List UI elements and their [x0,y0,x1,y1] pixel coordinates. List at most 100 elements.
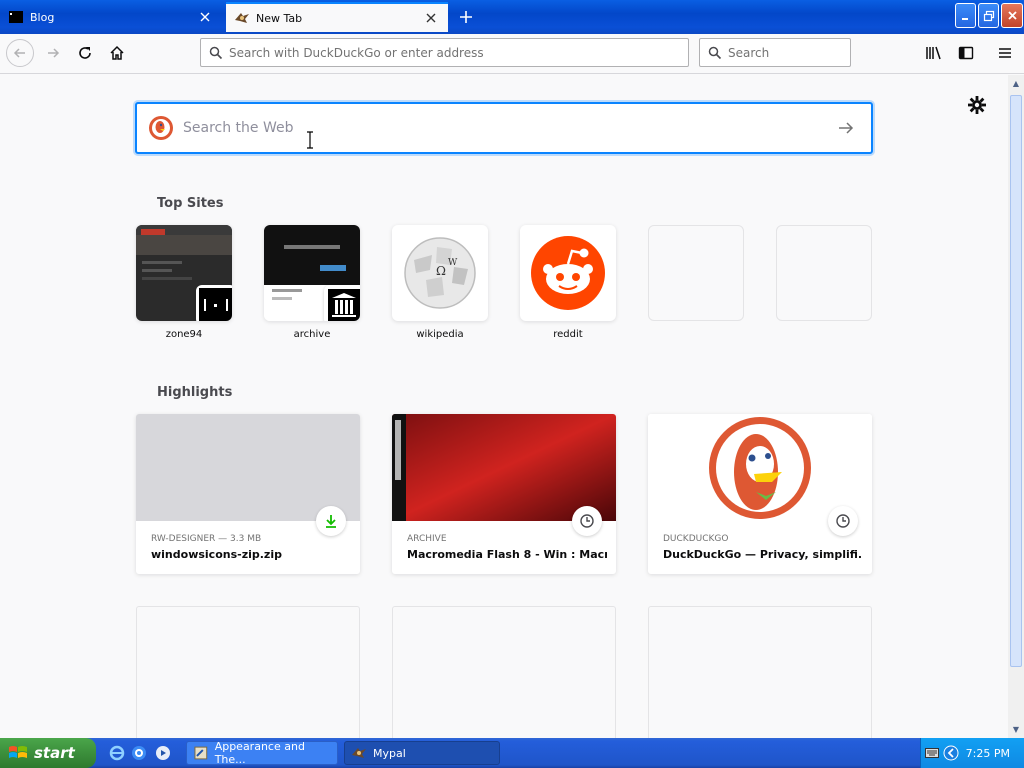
reddit-logo-icon [531,236,605,310]
web-search-placeholder: Search the Web [183,120,294,136]
taskbar-item-appearance[interactable]: Appearance and The... [186,740,338,766]
top-site-empty-slot [776,225,872,321]
top-site-tile[interactable]: reddit [520,225,616,340]
top-site-label: wikipedia [416,329,464,340]
scroll-down-arrow-icon[interactable]: ▼ [1010,723,1022,735]
archive-building-icon [328,289,360,321]
clock[interactable]: 7:25 PM [966,747,1010,760]
control-panel-icon [194,746,208,760]
site-icon-badge [324,285,360,321]
menu-button[interactable] [991,39,1019,67]
empty-highlight-slot [136,606,360,738]
svg-text:Ω: Ω [436,264,446,278]
history-badge [828,506,858,536]
card-preview [648,414,872,521]
keyboard-icon[interactable] [925,747,939,759]
terminal-icon [9,11,23,23]
home-icon [110,45,124,60]
hamburger-menu-icon [999,48,1011,58]
top-site-tile[interactable]: Ω W wikipedia [392,225,488,340]
system-tray: 7:25 PM [920,738,1024,768]
windows-logo-icon [9,746,27,758]
plus-icon [460,11,472,23]
flash-box-art-image [392,414,616,521]
nav-toolbar: Search with DuckDuckGo or enter address … [0,34,1024,74]
address-bar[interactable]: Search with DuckDuckGo or enter address [200,38,689,67]
highlight-card[interactable]: ARCHIVE Macromedia Flash 8 - Win : Macr.… [392,414,616,574]
media-player-icon[interactable] [155,745,171,761]
search-icon [209,46,223,59]
library-icon [926,46,941,60]
forward-arrow-icon [48,48,60,58]
outlook-express-icon[interactable] [131,745,147,761]
show-hidden-icons-icon[interactable] [943,745,959,761]
taskbar: start Appearance and The... Mypal 7:25 P… [0,738,1024,768]
restore-icon [983,10,994,21]
top-site-thumbnail [136,225,232,321]
new-tab-page: Search the Web Top Sites zone94 archive … [0,75,1008,738]
top-site-tile[interactable]: zone94 [136,225,232,340]
download-badge [316,506,346,536]
restore-button[interactable] [978,3,999,28]
scroll-thumb[interactable] [1010,95,1022,667]
back-button[interactable] [6,39,34,67]
top-site-thumbnail [264,225,360,321]
home-button[interactable] [103,39,131,67]
settings-gear-icon[interactable] [967,95,987,115]
reload-icon [79,47,91,59]
mypal-icon [235,13,249,23]
search-go-arrow-icon[interactable] [835,117,857,139]
clock-icon [836,514,850,528]
card-title: DuckDuckGo — Privacy, simplifi... [663,548,863,561]
web-search-input[interactable]: Search the Web [135,102,873,154]
highlight-card[interactable]: RW-DESIGNER — 3.3 MB windowsicons-zip.zi… [136,414,360,574]
vertical-scrollbar[interactable]: ▲ ▼ [1008,75,1024,738]
sidebar-icon [958,46,974,60]
top-site-tile[interactable]: archive [264,225,360,340]
sidebar-button[interactable] [952,39,980,67]
empty-tile [776,225,872,321]
scroll-up-arrow-icon[interactable]: ▲ [1010,77,1022,89]
minimize-icon [961,17,968,20]
card-preview [136,414,360,521]
download-icon [326,515,336,528]
close-tab-icon[interactable] [420,7,442,29]
highlights-heading: Highlights [157,385,233,400]
new-tab-button[interactable] [452,4,480,30]
forward-button[interactable] [39,39,67,67]
history-badge [572,506,602,536]
tab-new-tab[interactable]: New Tab [226,2,448,32]
site-icon-badge [196,285,232,321]
search-icon [708,46,722,59]
tab-title: New Tab [256,11,303,25]
internet-explorer-icon[interactable] [109,745,125,761]
top-site-thumbnail: Ω W [392,225,488,321]
tab-blog[interactable]: Blog [0,2,222,32]
top-site-label: reddit [553,329,583,340]
taskbar-item-mypal[interactable]: Mypal [344,741,500,765]
card-title: windowsicons-zip.zip [151,548,282,561]
card-title: Macromedia Flash 8 - Win : Macr... [407,548,607,561]
empty-highlight-slot [392,606,616,738]
duckduckgo-logo-icon [149,116,173,140]
empty-tile [648,225,744,321]
search-placeholder: Search [728,45,770,60]
close-icon [1007,11,1017,20]
close-tab-icon[interactable] [194,6,216,28]
tab-title: Blog [30,10,55,24]
svg-text:W: W [448,258,458,268]
highlight-card[interactable]: DUCKDUCKGO DuckDuckGo — Privacy, simplif… [648,414,872,574]
text-cursor-icon [307,131,313,149]
top-sites-heading: Top Sites [157,196,224,211]
address-placeholder: Search with DuckDuckGo or enter address [229,45,484,60]
minimize-button[interactable] [955,3,976,28]
empty-highlight-slot [648,606,872,738]
start-button[interactable]: start [0,738,96,768]
search-bar[interactable]: Search [699,38,851,67]
library-button[interactable] [920,39,948,67]
close-window-button[interactable] [1001,3,1023,28]
top-site-label: archive [293,329,331,340]
title-bar: Blog New Tab [0,0,1024,34]
back-arrow-icon [13,48,25,58]
reload-button[interactable] [71,39,99,67]
